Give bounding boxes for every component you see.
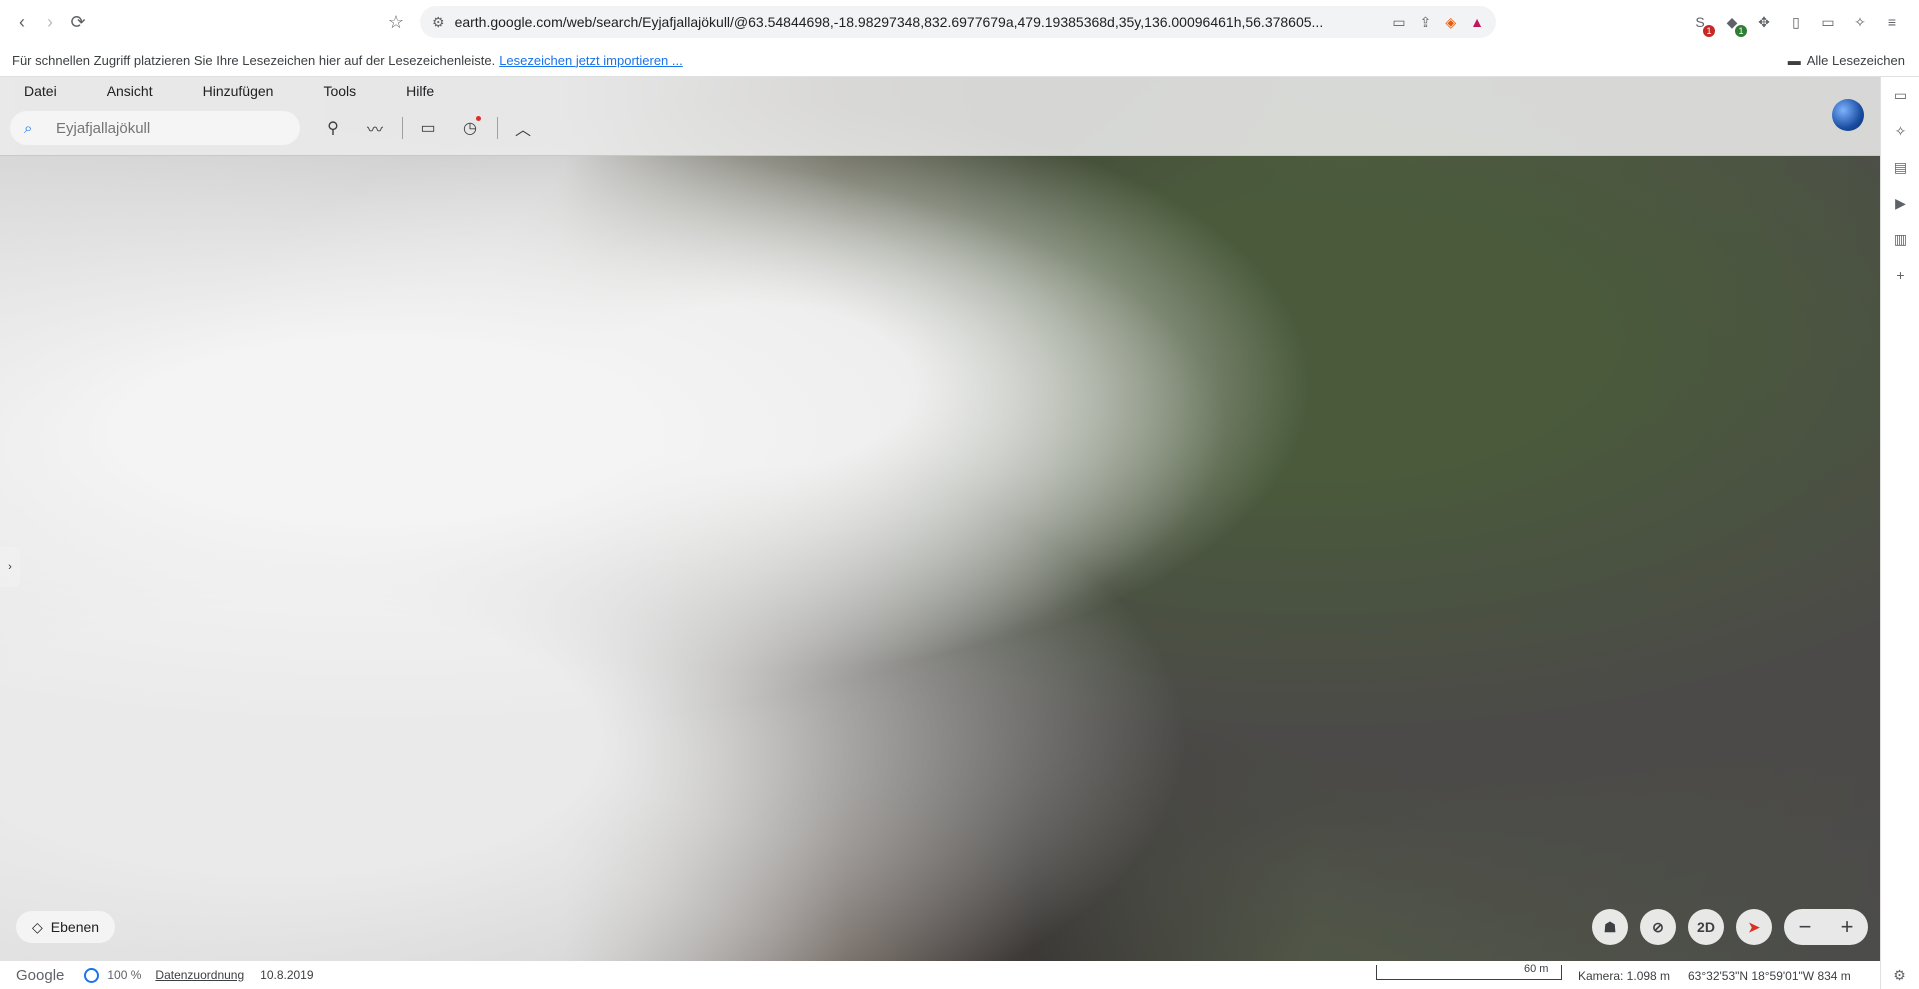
earth-menubar: Datei Ansicht Hinzufügen Tools Hilfe	[12, 81, 446, 105]
toggle-2d-button[interactable]: 2D	[1688, 909, 1724, 945]
layers-button[interactable]: ◇ Ebenen	[16, 911, 116, 943]
leo-ai-icon[interactable]: ✧	[1849, 11, 1871, 33]
all-bookmarks-label: Alle Lesezeichen	[1806, 52, 1905, 68]
puzzle-icon[interactable]: ✥	[1753, 11, 1775, 33]
pegman-button[interactable]: ☗	[1592, 909, 1628, 945]
zoom-out-button[interactable]: −	[1799, 914, 1812, 940]
history-icon[interactable]: ◷	[455, 113, 485, 143]
earth-status-bar: Google 100 % Datenzuordnung 10.8.2019 60…	[0, 961, 1880, 989]
earth-3d-view[interactable]: Datei Ansicht Hinzufügen Tools Hilfe ⌕ ⚲…	[0, 77, 1880, 961]
bookmark-icon[interactable]: ☆	[382, 8, 410, 36]
path-icon[interactable]: 〰	[360, 113, 390, 143]
earth-globe-icon[interactable]	[1832, 99, 1864, 131]
brave-rewards-icon[interactable]: ▲	[1470, 14, 1484, 30]
bookmarks-hint: Für schnellen Zugriff platzieren Sie Ihr…	[12, 52, 496, 68]
menu-hinzufuegen[interactable]: Hinzufügen	[191, 81, 286, 105]
forward-button[interactable]: ›	[36, 8, 64, 36]
bookmarks-bar: Für schnellen Zugriff platzieren Sie Ihr…	[0, 44, 1919, 77]
compass-icon: ➤	[1748, 918, 1760, 935]
wallet-icon[interactable]: ▭	[1817, 11, 1839, 33]
view-2d-label: 2D	[1697, 919, 1715, 935]
divider	[497, 117, 498, 139]
playlist-icon[interactable]: ▶	[1881, 185, 1919, 221]
browser-toolbar: ‹ › ⟳ ☆ ⚙ earth.google.com/web/search/Ey…	[0, 0, 1919, 44]
search-icon: ⌕	[24, 119, 33, 137]
search-box[interactable]: ⌕	[10, 111, 300, 145]
placemark-icon[interactable]: ⚲	[318, 113, 348, 143]
reading-list-icon[interactable]: ▥	[1881, 221, 1919, 257]
extensions-area: S1 ◆ 1 ✥ ▯ ▭ ✧ ≡	[1689, 0, 1919, 44]
add-icon[interactable]: +	[1881, 257, 1919, 293]
zoom-control: − +	[1784, 909, 1868, 945]
address-bar-actions: ▭ ⇪ ◈ ▲	[1392, 6, 1484, 38]
search-input[interactable]	[54, 118, 288, 138]
camera-altitude: Kamera: 1.098 m	[1578, 969, 1671, 983]
all-bookmarks-button[interactable]: ▬ Alle Lesezeichen	[1788, 44, 1905, 76]
load-percentage: 100 %	[107, 968, 142, 982]
menu-ansicht[interactable]: Ansicht	[95, 81, 165, 105]
expand-panel-button[interactable]: ›	[0, 547, 20, 587]
bookmarks-icon[interactable]: ▤	[1881, 149, 1919, 185]
site-settings-icon[interactable]: ⚙	[432, 14, 445, 31]
settings-gear-icon[interactable]: ⚙	[1880, 961, 1919, 989]
menu-hilfe[interactable]: Hilfe	[394, 81, 446, 105]
zoom-in-button[interactable]: +	[1841, 914, 1854, 940]
import-bookmarks-link[interactable]: Lesezeichen jetzt importieren ...	[499, 53, 683, 68]
divider	[402, 117, 403, 139]
scale-label: 60 m	[1524, 963, 1549, 975]
tilt-icon: ⊘	[1652, 918, 1664, 935]
reload-button[interactable]: ⟳	[64, 8, 92, 36]
google-logo: Google	[16, 966, 65, 984]
wallet-icon[interactable]: ▭	[1881, 77, 1919, 113]
layers-label: Ebenen	[50, 919, 100, 935]
share-icon[interactable]: ⇪	[1420, 14, 1432, 31]
imagery-date: 10.8.2019	[260, 968, 314, 982]
ruler-icon[interactable]: ▭	[413, 113, 443, 143]
extension-badge: 1	[1735, 25, 1747, 37]
earth-tools: ⚲ 〰 ▭ ◷ ︿	[318, 113, 550, 143]
extension-icon[interactable]: ◆ 1	[1721, 11, 1747, 37]
menu-icon[interactable]: ≡	[1881, 11, 1903, 33]
data-attribution-link[interactable]: Datenzuordnung	[155, 968, 244, 982]
pegman-icon: ☗	[1603, 918, 1617, 935]
compass-button[interactable]: ➤	[1736, 909, 1772, 945]
address-bar[interactable]: ⚙ earth.google.com/web/search/Eyjafjalla…	[420, 6, 1496, 38]
cast-icon[interactable]: ▭	[1392, 14, 1405, 31]
extension-icon[interactable]: S1	[1689, 11, 1715, 37]
sidebar-icon[interactable]: ▯	[1785, 11, 1807, 33]
cursor-coordinates: 63°32'53"N 18°59'01"W 834 m	[1688, 969, 1851, 983]
chevron-up-icon[interactable]: ︿	[508, 113, 538, 143]
brave-shield-icon[interactable]: ◈	[1445, 14, 1456, 31]
folder-icon: ▬	[1787, 52, 1801, 68]
back-button[interactable]: ‹	[8, 8, 36, 36]
browser-side-rail: ▭ ✧ ▤ ▶ ▥ +	[1880, 77, 1919, 989]
menu-datei[interactable]: Datei	[12, 81, 69, 105]
extension-badge: 1	[1703, 25, 1715, 37]
menu-tools[interactable]: Tools	[311, 81, 368, 105]
layers-icon: ◇	[32, 918, 43, 935]
url-text: earth.google.com/web/search/Eyjafjallajö…	[454, 14, 1324, 30]
reset-tilt-button[interactable]: ⊘	[1640, 909, 1676, 945]
notification-dot	[476, 116, 481, 121]
earth-toolbar: Datei Ansicht Hinzufügen Tools Hilfe ⌕ ⚲…	[0, 77, 1880, 156]
leo-ai-icon[interactable]: ✧	[1881, 113, 1919, 149]
loading-indicator-icon	[84, 967, 100, 983]
